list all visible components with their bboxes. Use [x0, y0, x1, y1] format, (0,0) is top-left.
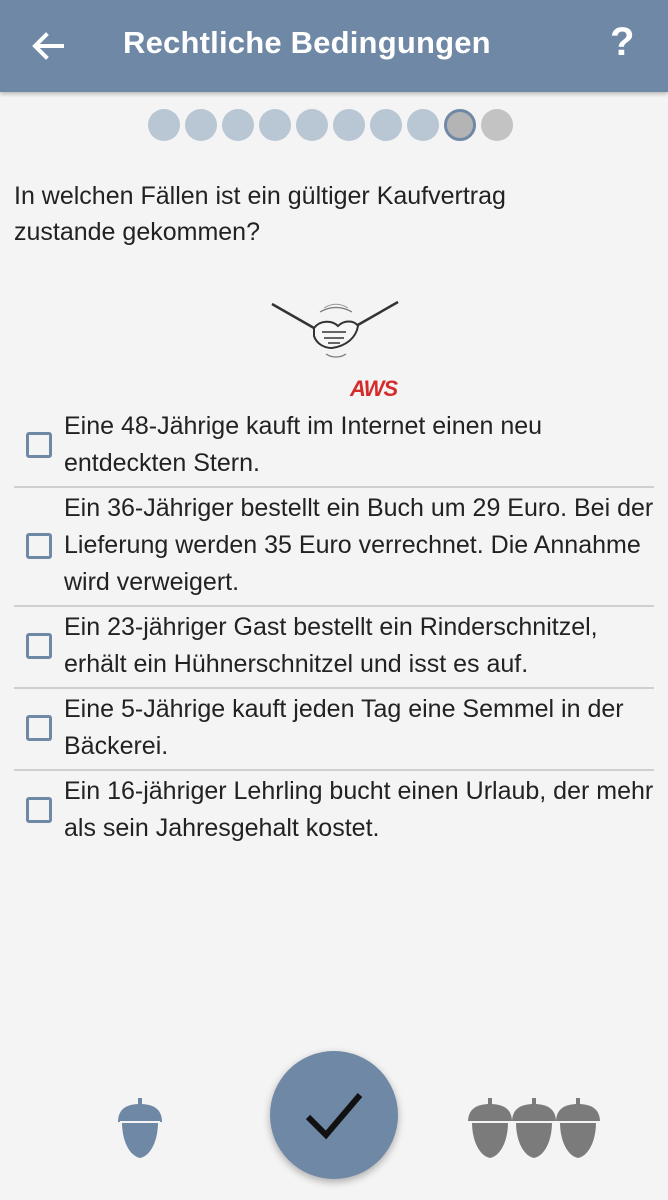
- page-title: Rechtliche Bedingungen: [123, 25, 491, 60]
- answer-option[interactable]: Ein 16-jähriger Lehrling bucht einen Url…: [14, 771, 654, 851]
- progress-dots: [148, 109, 513, 141]
- progress-dot: [185, 109, 217, 141]
- progress-dot-current: [444, 109, 476, 141]
- answer-checkbox[interactable]: [26, 797, 52, 823]
- handshake-icon: [271, 300, 399, 358]
- progress-dot: [407, 109, 439, 141]
- answer-option-label: Ein 16-jähriger Lehrling bucht einen Url…: [64, 777, 654, 842]
- progress-dot: [370, 109, 402, 141]
- answer-option-label: Ein 23-jähriger Gast bestellt ein Rinder…: [64, 613, 598, 678]
- arrow-left-icon[interactable]: [28, 26, 68, 66]
- answer-option[interactable]: Ein 36-Jähriger bestellt ein Buch um 29 …: [14, 488, 654, 607]
- progress-dot: [296, 109, 328, 141]
- submit-button[interactable]: [270, 1051, 398, 1179]
- app-bar: Rechtliche Bedingungen ?: [0, 0, 668, 92]
- acorns-icon: [468, 1098, 600, 1158]
- progress-dot: [259, 109, 291, 141]
- answer-checkbox[interactable]: [26, 432, 52, 458]
- answer-option-label: Ein 36-Jähriger bestellt ein Buch um 29 …: [64, 494, 654, 596]
- help-button[interactable]: ?: [610, 20, 634, 65]
- answer-option-label: Eine 48-Jährige kauft im Internet einen …: [64, 412, 543, 477]
- answer-checkbox[interactable]: [26, 633, 52, 659]
- aws-logo: AWS: [350, 376, 398, 401]
- answer-checkbox[interactable]: [26, 715, 52, 741]
- progress-dot: [333, 109, 365, 141]
- progress-dot: [481, 109, 513, 141]
- answer-options: Eine 48-Jährige kauft im Internet einen …: [14, 406, 654, 851]
- progress-dot: [148, 109, 180, 141]
- question-text: In welchen Fällen ist ein gültiger Kaufv…: [14, 182, 506, 246]
- answer-checkbox[interactable]: [26, 532, 52, 559]
- answer-option[interactable]: Ein 23-jähriger Gast bestellt ein Rinder…: [14, 607, 654, 689]
- answer-option[interactable]: Eine 48-Jährige kauft im Internet einen …: [14, 406, 654, 488]
- checkmark-icon: [305, 1093, 363, 1140]
- answer-option[interactable]: Eine 5-Jährige kauft jeden Tag eine Semm…: [14, 689, 654, 771]
- answer-option-label: Eine 5-Jährige kauft jeden Tag eine Semm…: [64, 695, 624, 760]
- acorn-icon: [118, 1098, 162, 1158]
- progress-dot: [222, 109, 254, 141]
